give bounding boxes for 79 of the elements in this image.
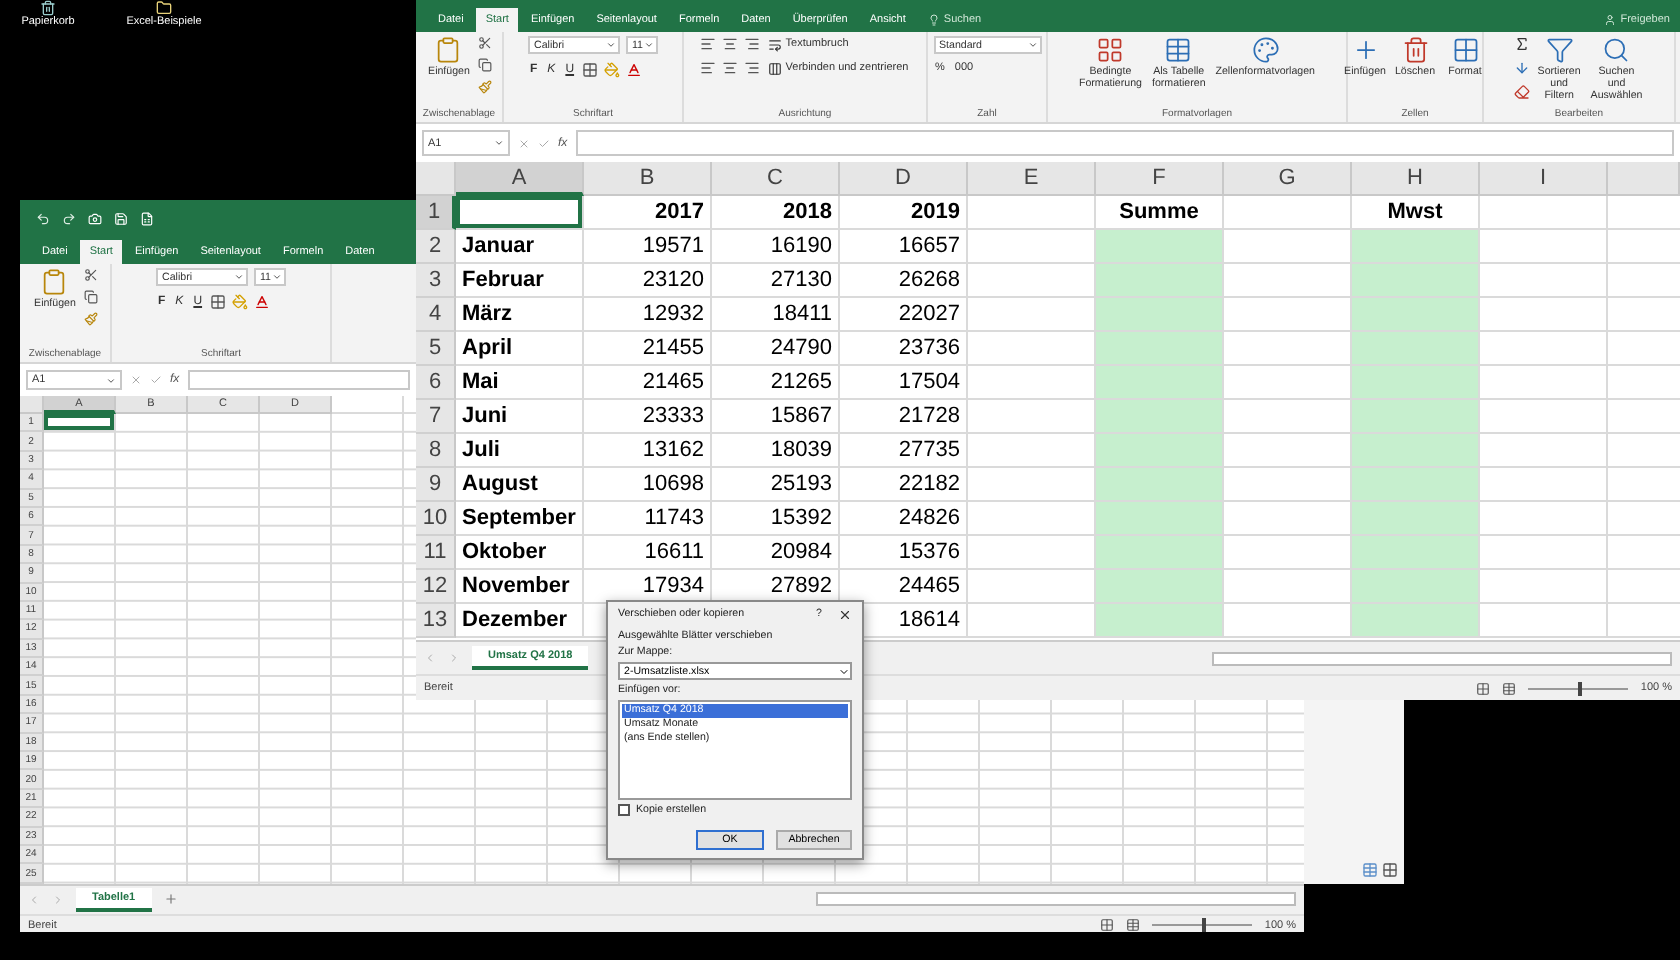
font-color-icon[interactable] bbox=[626, 62, 643, 78]
brush-icon[interactable] bbox=[83, 312, 98, 326]
undo-icon[interactable] bbox=[36, 211, 50, 225]
arrow-down-icon[interactable] bbox=[1513, 60, 1530, 76]
borders-icon[interactable] bbox=[210, 294, 227, 310]
wrap-text-icon bbox=[767, 37, 782, 51]
row-header[interactable]: 13 bbox=[416, 604, 456, 638]
font-color-icon[interactable] bbox=[254, 294, 271, 310]
row-header[interactable]: 8 bbox=[416, 434, 456, 468]
align-icon[interactable] bbox=[721, 36, 738, 52]
slider-thumb[interactable] bbox=[1578, 681, 1583, 695]
table-icon[interactable] bbox=[1362, 862, 1378, 878]
row-header[interactable]: 3 bbox=[416, 264, 456, 298]
trash-icon bbox=[1401, 36, 1429, 64]
checkbox[interactable] bbox=[618, 804, 630, 816]
table-icon bbox=[1164, 36, 1193, 64]
align-icon[interactable] bbox=[743, 36, 760, 52]
row-header[interactable]: 7 bbox=[416, 400, 456, 434]
align-icon[interactable] bbox=[721, 60, 738, 76]
grid-icon bbox=[1451, 36, 1479, 64]
file-icon[interactable] bbox=[140, 211, 154, 225]
row-header[interactable]: 1 bbox=[416, 196, 456, 230]
column-header[interactable]: A bbox=[456, 162, 584, 196]
formula-input[interactable] bbox=[575, 130, 1674, 156]
copy-icon[interactable] bbox=[477, 58, 492, 72]
folder-icon[interactable] bbox=[156, 0, 172, 16]
brush-icon[interactable] bbox=[477, 80, 492, 94]
row-header[interactable]: 5 bbox=[416, 332, 456, 366]
clipboard-icon bbox=[40, 268, 69, 296]
scissors-icon[interactable] bbox=[477, 36, 492, 50]
column-header[interactable]: H bbox=[1352, 162, 1480, 196]
search-icon bbox=[1602, 36, 1631, 64]
row-header[interactable]: 12 bbox=[416, 570, 456, 604]
horizontal-scrollbar[interactable] bbox=[1212, 651, 1672, 665]
lightbulb-icon bbox=[927, 14, 940, 26]
layout-view-icon[interactable] bbox=[1502, 681, 1517, 695]
close-icon[interactable] bbox=[838, 607, 852, 621]
sigma-icon[interactable] bbox=[1513, 36, 1530, 52]
column-header[interactable]: G bbox=[1224, 162, 1352, 196]
column-header[interactable]: E bbox=[968, 162, 1096, 196]
active-cell[interactable] bbox=[44, 414, 116, 433]
horizontal-scrollbar[interactable] bbox=[816, 892, 1296, 907]
scissors-icon[interactable] bbox=[83, 268, 98, 282]
normal-view-icon[interactable] bbox=[1100, 918, 1115, 932]
formula-input[interactable] bbox=[187, 370, 410, 390]
clipboard-icon bbox=[434, 36, 463, 64]
columns-icon bbox=[767, 61, 782, 75]
plus-icon bbox=[1351, 36, 1379, 64]
check-icon[interactable] bbox=[150, 374, 162, 386]
grid-icon[interactable] bbox=[1382, 862, 1398, 878]
copy-icon[interactable] bbox=[83, 290, 98, 304]
layout-view-icon[interactable] bbox=[1126, 918, 1141, 932]
palette-icon bbox=[1251, 36, 1280, 64]
align-icon[interactable] bbox=[743, 60, 760, 76]
check-icon[interactable] bbox=[538, 137, 550, 149]
row-header[interactable]: 6 bbox=[416, 366, 456, 400]
align-icon[interactable] bbox=[699, 60, 716, 76]
eraser-icon[interactable] bbox=[1513, 84, 1530, 100]
column-header[interactable]: B bbox=[584, 162, 712, 196]
redo-icon[interactable] bbox=[62, 211, 76, 225]
slider-thumb[interactable] bbox=[1202, 918, 1207, 932]
grid-icon bbox=[1096, 36, 1125, 64]
normal-view-icon[interactable] bbox=[1476, 681, 1491, 695]
column-header[interactable]: D bbox=[840, 162, 968, 196]
column-header[interactable]: C bbox=[712, 162, 840, 196]
row-header[interactable]: 11 bbox=[416, 536, 456, 570]
row-header[interactable]: 2 bbox=[416, 230, 456, 264]
trash-icon[interactable] bbox=[40, 0, 56, 16]
camera-icon[interactable] bbox=[88, 211, 102, 225]
person-icon bbox=[1604, 14, 1617, 26]
row-header[interactable]: 4 bbox=[416, 298, 456, 332]
save-icon[interactable] bbox=[114, 211, 128, 225]
filter-icon bbox=[1545, 36, 1574, 64]
borders-icon[interactable] bbox=[582, 62, 599, 78]
column-header[interactable]: F bbox=[1096, 162, 1224, 196]
row-header[interactable]: 10 bbox=[416, 502, 456, 536]
row-header[interactable]: 9 bbox=[416, 468, 456, 502]
align-icon[interactable] bbox=[699, 36, 716, 52]
column-header[interactable]: I bbox=[1480, 162, 1608, 196]
